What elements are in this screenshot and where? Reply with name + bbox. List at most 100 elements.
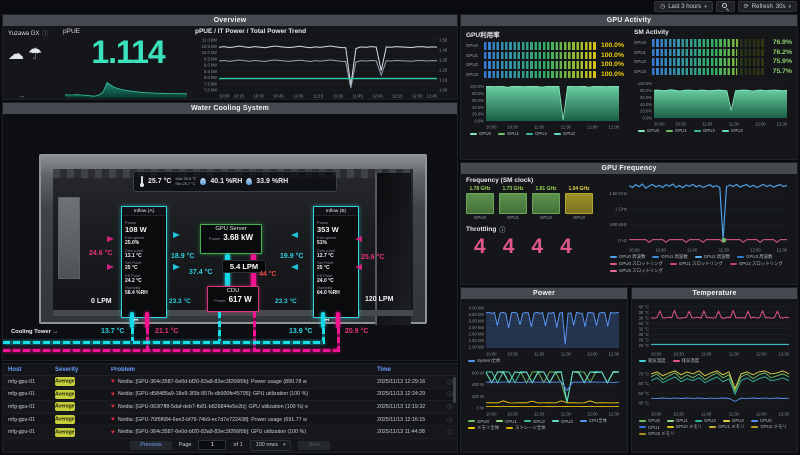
field-value: 353 W <box>317 225 355 234</box>
legend-item[interactable]: GPU2 <box>695 418 716 423</box>
site-name: Yuzawa GX <box>8 31 39 37</box>
legend-item[interactable]: GPU1 周波数 <box>652 254 687 260</box>
legend-item[interactable]: GPU3 <box>722 128 743 133</box>
alert-problem[interactable]: Nvidia: [GPU-063f7ff8-5daf-deb7-fb81-b82… <box>118 404 308 410</box>
frequency-tile: 1.73 GHzGPU1 <box>499 186 527 220</box>
svg-text:11:00: 11:00 <box>701 352 712 357</box>
col-severity[interactable]: Severity <box>55 367 111 373</box>
legend-item[interactable]: GPU3 <box>554 131 575 136</box>
legend-item[interactable]: GPU1 <box>666 128 687 133</box>
col-problem[interactable]: Problem <box>111 367 377 373</box>
legend-item[interactable]: 排気温度 <box>673 358 700 364</box>
svg-text:60.0%: 60.0% <box>472 98 484 103</box>
refresh-button[interactable]: ⟳ Refresh 30s ▾ <box>738 1 797 12</box>
gpu-util-chart[interactable]: 100.0%80.0%60.0%40.0%20.0%0.0%10:0010:30… <box>466 82 624 130</box>
legend-item[interactable]: GPU0 <box>638 128 659 133</box>
rows-per-page-select[interactable]: 100 rows▾ <box>250 440 292 451</box>
legend-item[interactable]: GPU1 <box>667 418 688 423</box>
info-icon[interactable]: ⓘ <box>499 225 505 234</box>
system-power-chart[interactable]: 4.00 kW3.50 kW3.00 kW2.50 kW2.00 kW1.50 … <box>464 301 624 357</box>
legend-item[interactable]: GPU3 <box>552 418 573 424</box>
legend-item[interactable]: GPU3 周波数 <box>737 254 772 260</box>
legend-item[interactable]: GPU2 周波数 <box>695 254 730 260</box>
time-range-picker[interactable]: ◷ Last 3 hours ▾ <box>654 1 713 12</box>
legend-item[interactable]: 吸気温度 <box>639 358 666 364</box>
field-value: 25 °C <box>317 265 355 271</box>
legend-label: GPU2 <box>703 128 715 133</box>
legend-item[interactable]: GPU2 <box>526 131 547 136</box>
gauge-label: GPU3 <box>466 72 481 77</box>
frequency-chart[interactable]: 1.50 GHz1 GHz500 MHz0 Hz10:0010:3011:001… <box>606 177 792 253</box>
alert-problem[interactable]: Nvidia: [GPU-364c3587-6e0d-bf20-83a8-83e… <box>118 379 307 385</box>
col-time[interactable]: Time <box>377 367 443 373</box>
ambient-temp-chart[interactable]: 40 °C38 °C36 °C34 °C32 °C30 °C28 °C26 °C… <box>635 301 794 357</box>
legend-item[interactable]: GPU1 メモリ <box>709 424 744 430</box>
legend-item[interactable]: GPU2 メモリ <box>751 424 786 430</box>
severity-icon: ♥ <box>111 391 115 398</box>
gauge-value: 75.9% <box>767 58 792 65</box>
tile-value: 1.73 GHz <box>499 186 527 192</box>
svg-text:36 °C: 36 °C <box>638 315 649 320</box>
alert-problem[interactable]: Nvidia: [GPU-70f5f684-6ee3-bf79-74b9-ec7… <box>118 417 307 423</box>
legend-item[interactable]: System全体 <box>468 358 500 364</box>
legend-swatch <box>610 263 617 265</box>
page-input[interactable] <box>198 440 226 450</box>
alert-time: 2025/11/13 12:24:29 <box>377 391 443 397</box>
rack-b-return-stub <box>336 312 340 328</box>
legend-item[interactable]: GPU0 メモリ <box>667 424 702 430</box>
info-icon[interactable]: ⓘ <box>443 428 457 436</box>
legend-item[interactable]: ストレージ全体 <box>506 425 546 431</box>
info-icon[interactable]: ⓘ <box>443 416 457 424</box>
svg-text:100.0%: 100.0% <box>638 81 652 86</box>
loop-riser <box>218 312 221 342</box>
svg-text:100.0%: 100.0% <box>470 84 484 89</box>
svg-text:0.0%: 0.0% <box>642 116 652 121</box>
legend-item[interactable]: GPU3 <box>723 418 744 423</box>
power-trend-chart[interactable]: 11.0 kW10.5 kW10.0 kW9.5 kW9.0 kW8.5 kW8… <box>193 37 456 99</box>
alert-problem[interactable]: Nvidia: [GPU-d58485a9-18e9-3f3b-957b-db9… <box>118 391 308 397</box>
legend-item[interactable]: メモリ全体 <box>468 425 499 431</box>
component-power-chart[interactable]: 600 W400 W200 W0 W10:0010:3011:0011:3012… <box>464 365 624 417</box>
col-host[interactable]: Host <box>3 367 55 373</box>
zoom-out-button[interactable] <box>716 1 735 12</box>
legend-item[interactable]: GPU2 スロットリング <box>730 261 783 267</box>
legend-item[interactable]: CPU1 <box>639 424 660 430</box>
legend-item[interactable]: CPU全体 <box>580 418 607 424</box>
flow-arrow-icon <box>291 232 298 238</box>
thermometer-icon <box>140 176 144 187</box>
svg-text:10:00: 10:00 <box>486 125 497 130</box>
alert-problem[interactable]: Nvidia: [GPU-364c3587-6e0d-bf20-83a8-83e… <box>118 429 306 435</box>
info-icon[interactable]: ⓘ <box>42 29 48 38</box>
legend-item[interactable]: GPU0 <box>470 131 491 136</box>
legend-swatch <box>468 360 475 362</box>
legend-swatch <box>639 426 646 428</box>
info-icon[interactable]: ⓘ <box>443 403 457 411</box>
alert-row: mfg-gpu-01Average♥Nvidia: [GPU-063f7ff8-… <box>3 401 457 414</box>
legend-item[interactable]: GPU0 スロットリング <box>610 261 663 267</box>
legend-item[interactable]: GPU2 <box>694 128 715 133</box>
component-temp-chart[interactable]: 70 °C60 °C50 °C40 °C10:0010:3011:0011:30… <box>635 365 794 417</box>
legend-item[interactable]: GPU1 <box>498 131 519 136</box>
tile-gauge <box>565 193 593 214</box>
legend-item[interactable]: CPU0 <box>751 418 772 423</box>
legend-item[interactable]: GPU0 <box>639 418 660 423</box>
svg-text:1.00: 1.00 <box>439 88 448 93</box>
legend-label: GPU0 <box>648 418 660 423</box>
legend-item[interactable]: GPU0 周波数 <box>610 254 645 260</box>
legend-item[interactable]: GPU3 スロットリング <box>610 268 663 274</box>
sm-activity-chart[interactable]: 100.0%80.0%60.0%40.0%20.0%0.0%10:0010:30… <box>634 79 792 127</box>
previous-page-button[interactable]: Previous <box>130 441 171 450</box>
severity-icon: ♥ <box>111 429 115 436</box>
field-value: 13.1 °C <box>125 253 163 259</box>
temp-cdu-right: 23.3 °C <box>275 298 297 305</box>
table-scrollbar[interactable] <box>453 377 456 403</box>
legend-item[interactable]: GPU1 <box>496 418 517 424</box>
alert-time: 2025/11/13 12:19:32 <box>377 404 443 410</box>
legend-item[interactable]: GPU0 <box>468 418 489 424</box>
gauge-value: 100.0% <box>599 52 624 59</box>
site-weather-block: Yuzawa GX ⓘ ☁ ☂ → <box>3 26 63 100</box>
legend-item[interactable]: GPU1 スロットリング <box>670 261 723 267</box>
legend-item[interactable]: GPU3 メモリ <box>639 431 674 437</box>
next-page-button[interactable]: Next <box>298 441 329 450</box>
legend-item[interactable]: GPU2 <box>524 418 545 424</box>
